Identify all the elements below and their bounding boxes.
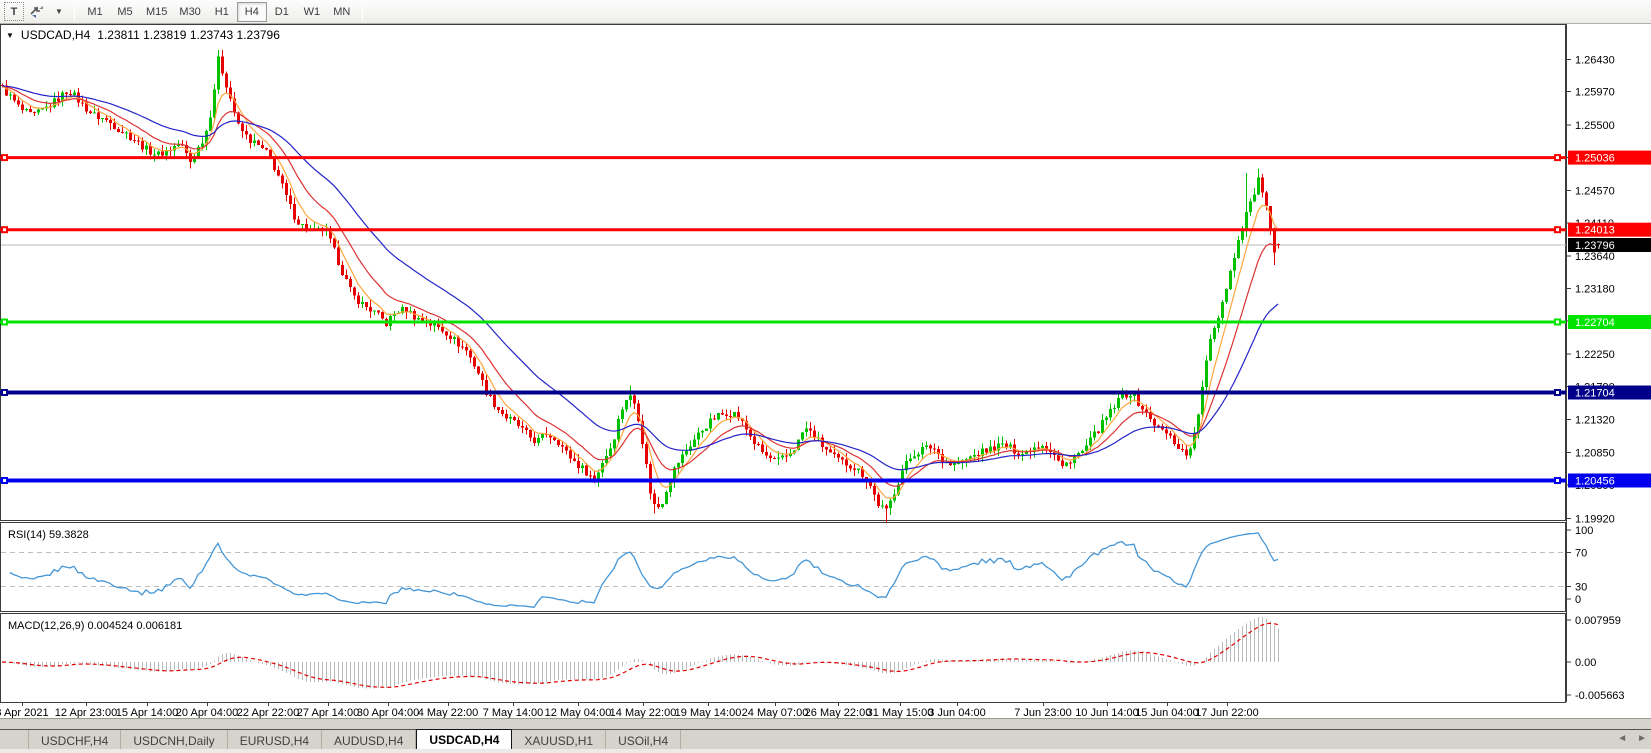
timeframe-button-h1[interactable]: H1 <box>207 2 237 22</box>
cursor-tools-dropdown[interactable]: ▼ <box>48 2 68 21</box>
chart-symbol-period: USDCAD,H4 <box>21 28 90 42</box>
svg-text:4 May 22:00: 4 May 22:00 <box>418 707 479 718</box>
svg-text:15 Apr 14:00: 15 Apr 14:00 <box>116 707 178 718</box>
svg-text:-0.005663: -0.005663 <box>1575 690 1625 702</box>
svg-text:1.19920: 1.19920 <box>1575 513 1615 525</box>
svg-text:17 Jun 22:00: 17 Jun 22:00 <box>1195 707 1259 718</box>
svg-text:70: 70 <box>1575 548 1587 560</box>
status-band <box>0 718 1651 729</box>
svg-text:1.26430: 1.26430 <box>1575 54 1615 66</box>
svg-text:0: 0 <box>1575 594 1581 606</box>
svg-text:30: 30 <box>1575 582 1587 594</box>
svg-text:7 May 14:00: 7 May 14:00 <box>483 707 544 718</box>
timeframe-button-m15[interactable]: M15 <box>140 2 173 22</box>
svg-text:0.007959: 0.007959 <box>1575 615 1621 627</box>
svg-text:14 May 22:00: 14 May 22:00 <box>610 707 677 718</box>
svg-text:30 Apr 04:00: 30 Apr 04:00 <box>357 707 419 718</box>
timeframe-button-m1[interactable]: M1 <box>80 2 110 22</box>
svg-text:3 Jun 04:00: 3 Jun 04:00 <box>928 707 986 718</box>
chart-tab-usdchf[interactable]: USDCHF,H4 <box>28 730 121 751</box>
timeframe-button-d1[interactable]: D1 <box>267 2 297 22</box>
window-bottom-edge <box>0 749 1651 753</box>
svg-text:1.22250: 1.22250 <box>1575 349 1615 361</box>
svg-text:1.24570: 1.24570 <box>1575 185 1615 197</box>
chevron-down-icon: ▼ <box>55 7 63 16</box>
chart-tab-xauusd[interactable]: XAUUSD,H1 <box>512 730 606 751</box>
chart-title: ▼ USDCAD,H4 1.23811 1.23819 1.23743 1.23… <box>6 28 280 42</box>
svg-text:1.22704: 1.22704 <box>1575 317 1615 329</box>
svg-text:12 May 04:00: 12 May 04:00 <box>545 707 612 718</box>
chart-menu-icon[interactable]: ▼ <box>6 31 14 40</box>
svg-text:26 May 22:00: 26 May 22:00 <box>805 707 872 718</box>
svg-text:1.23796: 1.23796 <box>1575 240 1615 252</box>
rsi-label: RSI(14) 59.3828 <box>8 529 89 541</box>
macd-label: MACD(12,26,9) 0.004524 0.006181 <box>8 620 182 632</box>
toolbar-separator-2 <box>362 3 363 21</box>
svg-text:24 May 07:00: 24 May 07:00 <box>742 707 809 718</box>
svg-text:22 Apr 22:00: 22 Apr 22:00 <box>237 707 299 718</box>
cursor-arrows-icon <box>28 5 44 19</box>
svg-text:1.21704: 1.21704 <box>1575 388 1615 400</box>
svg-text:1.21320: 1.21320 <box>1575 415 1615 427</box>
svg-text:1.25500: 1.25500 <box>1575 120 1615 132</box>
chart-tab-audusd[interactable]: AUDUSD,H4 <box>322 730 416 751</box>
svg-text:31 May 15:00: 31 May 15:00 <box>867 707 934 718</box>
svg-text:1.20850: 1.20850 <box>1575 448 1615 460</box>
timeframe-button-m30[interactable]: M30 <box>173 2 206 22</box>
chart-tab-usdcad[interactable]: USDCAD,H4 <box>416 729 512 751</box>
text-tool-button[interactable]: T <box>4 2 24 21</box>
tab-scroll-buttons: ◄ ► <box>1617 733 1647 745</box>
svg-text:27 Apr 14:00: 27 Apr 14:00 <box>297 707 359 718</box>
chart-area[interactable]: ▼ USDCAD,H4 1.23811 1.23819 1.23743 1.23… <box>0 24 1651 718</box>
svg-text:1.23640: 1.23640 <box>1575 251 1615 263</box>
svg-text:0.00: 0.00 <box>1575 657 1596 669</box>
chart-tab-eurusd[interactable]: EURUSD,H4 <box>228 730 322 751</box>
svg-text:7 Jun 23:00: 7 Jun 23:00 <box>1014 707 1072 718</box>
svg-text:19 May 14:00: 19 May 14:00 <box>675 707 742 718</box>
svg-text:15 Jun 04:00: 15 Jun 04:00 <box>1135 707 1199 718</box>
chart-tab-usoil[interactable]: USOil,H4 <box>606 730 681 751</box>
chart-ohlc-values: 1.23811 1.23819 1.23743 1.23796 <box>97 28 280 42</box>
svg-text:10 Jun 14:00: 10 Jun 14:00 <box>1075 707 1139 718</box>
tab-scroll-right-icon[interactable]: ► <box>1637 733 1647 745</box>
tab-scroll-left-icon[interactable]: ◄ <box>1617 733 1627 745</box>
chart-tab-usdcnh[interactable]: USDCNH,Daily <box>121 730 227 751</box>
svg-text:8 Apr 2021: 8 Apr 2021 <box>0 707 49 718</box>
svg-text:1.23180: 1.23180 <box>1575 283 1615 295</box>
svg-text:1.25036: 1.25036 <box>1575 153 1615 165</box>
toolbar-separator <box>74 3 75 21</box>
svg-text:12 Apr 23:00: 12 Apr 23:00 <box>55 707 117 718</box>
svg-text:20 Apr 04:00: 20 Apr 04:00 <box>176 707 238 718</box>
timeframe-button-w1[interactable]: W1 <box>297 2 327 22</box>
top-toolbar: T ▼ M1M5M15M30H1H4D1W1MN <box>0 0 1651 24</box>
timeframe-button-mn[interactable]: MN <box>327 2 357 22</box>
timeframe-button-m5[interactable]: M5 <box>110 2 140 22</box>
timeframe-button-h4[interactable]: H4 <box>237 2 267 22</box>
mt4-window: T ▼ M1M5M15M30H1H4D1W1MN ▼ USDCAD,H4 1.2… <box>0 0 1651 753</box>
svg-text:1.25970: 1.25970 <box>1575 87 1615 99</box>
svg-text:100: 100 <box>1575 525 1593 537</box>
svg-text:1.20456: 1.20456 <box>1575 476 1615 488</box>
timeframe-group: M1M5M15M30H1H4D1W1MN <box>80 2 357 22</box>
cursor-tools-button[interactable] <box>26 2 46 21</box>
svg-text:1.24013: 1.24013 <box>1575 225 1615 237</box>
